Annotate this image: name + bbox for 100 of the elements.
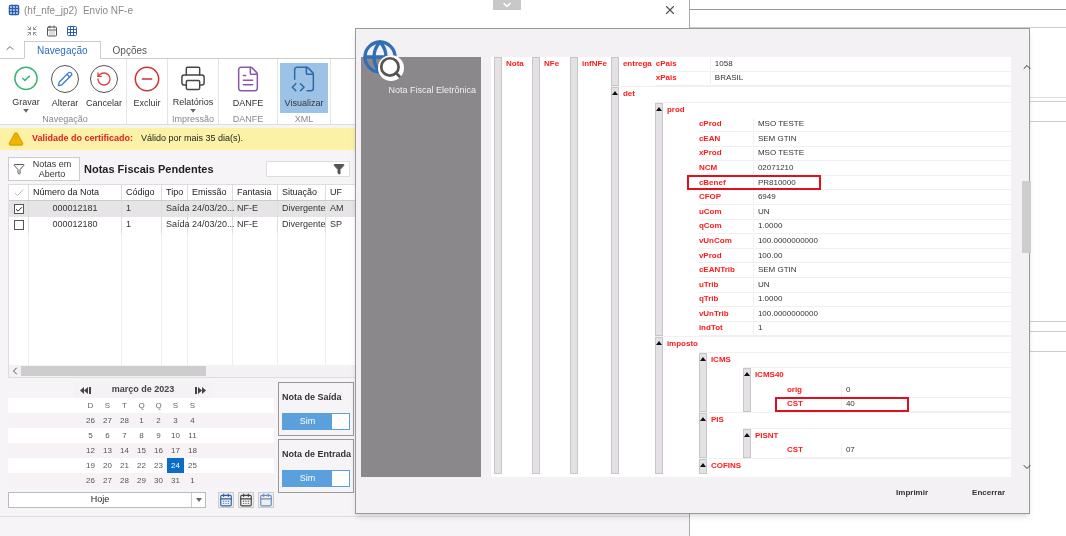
window-title: (hf_nfe_jp2) Envio NF-e: [24, 3, 133, 18]
calendar-day[interactable]: 10: [167, 428, 184, 443]
field-value: MSO TESTE: [752, 118, 1011, 131]
weekday-label: S: [171, 400, 180, 412]
field-value: MSO TESTE: [752, 147, 1011, 160]
calendar-day[interactable]: 30: [150, 473, 167, 488]
field-name: qCom: [698, 220, 723, 233]
ribbon-button[interactable]: DANFE: [221, 63, 275, 113]
calendar-day[interactable]: 1: [133, 413, 150, 428]
group-label: Navegação: [42, 113, 88, 126]
field-value: 1: [752, 322, 1011, 335]
column-header[interactable]: Número da Nota: [29, 185, 122, 200]
list-title: Notas Fiscais Pendentes: [84, 161, 214, 177]
calendar-day[interactable]: 11: [184, 428, 201, 443]
ribbon-tab[interactable]: Opções: [100, 41, 160, 59]
field-value: 1.0000: [752, 293, 1011, 306]
field-name: cEAN: [698, 132, 722, 145]
calendar-day[interactable]: 20: [99, 458, 116, 473]
node-label: COFINS: [709, 460, 743, 473]
table-cell: Divergente: [278, 217, 326, 233]
calendar-day[interactable]: 17: [167, 443, 184, 458]
field-name: CST: [786, 398, 804, 411]
column-header[interactable]: Situação: [278, 185, 326, 200]
field-value: 07: [840, 444, 1011, 457]
calendar-day[interactable]: 27: [99, 473, 116, 488]
date-dropdown[interactable]: Hoje: [8, 492, 206, 508]
month-title: março de 2023: [111, 383, 175, 397]
field-value: UN: [752, 205, 1011, 218]
calendar-day[interactable]: 7: [116, 428, 133, 443]
field-name: uCom: [698, 205, 723, 218]
calendar-day[interactable]: 28: [116, 473, 133, 488]
weekday-label: S: [188, 400, 197, 412]
field-name: xProd: [698, 147, 723, 160]
group-label: Impressão: [172, 113, 214, 126]
calendar-day[interactable]: 26: [82, 473, 99, 488]
node-label: det: [621, 88, 636, 101]
field-value: 1.0000: [752, 220, 1011, 233]
weekday-label: S: [103, 400, 112, 412]
calendar-day[interactable]: 31: [167, 473, 184, 488]
table-cell: Saída: [162, 217, 188, 233]
field-name: orig: [786, 383, 803, 396]
calendar-day[interactable]: 5: [82, 428, 99, 443]
calendar-day[interactable]: 21: [116, 458, 133, 473]
calendar-day[interactable]: 25: [184, 458, 201, 473]
calendar-day[interactable]: 19: [82, 458, 99, 473]
warning-label: Validade do certificado:: [32, 132, 134, 146]
calendar-day[interactable]: 1: [184, 473, 201, 488]
node-label: ICMS: [709, 353, 732, 366]
table-cell: 1: [122, 217, 162, 233]
node-label: infNFe: [581, 58, 608, 70]
calendar-day[interactable]: 23: [150, 458, 167, 473]
calendar-day[interactable]: 9: [150, 428, 167, 443]
node-label: imposto: [665, 338, 699, 351]
calendar-day[interactable]: 3: [167, 413, 184, 428]
field-name: xPais: [655, 72, 678, 85]
field-value: UN: [752, 278, 1011, 291]
column-header[interactable]: Tipo: [162, 185, 188, 200]
dialog-button[interactable]: Encerrar: [968, 487, 1009, 499]
calendar-day[interactable]: 2: [150, 413, 167, 428]
filter-button[interactable]: Notas em Aberto: [8, 157, 80, 181]
field-value: 100.0000000000: [752, 307, 1011, 320]
dialog-button[interactable]: Imprimir: [892, 487, 933, 499]
calendar-day[interactable]: 18: [184, 443, 201, 458]
calendar-day[interactable]: 24: [167, 458, 184, 473]
column-header[interactable]: Código: [122, 185, 162, 200]
field-value: 02071210: [752, 161, 1011, 174]
calendar-day[interactable]: 13: [99, 443, 116, 458]
weekday-label: Q: [137, 400, 146, 412]
ribbon-button[interactable]: Excluir: [129, 63, 165, 113]
calendar-day[interactable]: 4: [184, 413, 201, 428]
calendar-day[interactable]: 26: [82, 413, 99, 428]
ribbon-button[interactable]: Visualizar: [280, 63, 328, 113]
panel-title: Nota de Saída: [282, 391, 343, 404]
node-label: Nota: [505, 58, 525, 70]
calendar-day[interactable]: 6: [99, 428, 116, 443]
column-header[interactable]: Fantasia: [233, 185, 278, 200]
calendar-day[interactable]: 27: [99, 413, 116, 428]
field-name: uTrib: [698, 278, 720, 291]
ribbon-button[interactable]: Relatórios: [170, 63, 216, 113]
field-name: vUnTrib: [698, 307, 730, 320]
group-label: XML: [294, 113, 314, 126]
ribbon-button[interactable]: Gravar: [6, 63, 46, 113]
node-label: prod: [665, 103, 686, 116]
ribbon-button[interactable]: Cancelar: [84, 63, 124, 113]
field-value: PR810000: [752, 176, 1011, 189]
calendar-day[interactable]: 14: [116, 443, 133, 458]
field-name: CFOP: [698, 191, 723, 204]
ribbon-button[interactable]: Alterar: [46, 63, 84, 113]
field-name: cProd: [698, 118, 723, 131]
calendar-day[interactable]: 12: [82, 443, 99, 458]
column-header[interactable]: Emissão: [188, 185, 233, 200]
field-name: NCM: [698, 161, 719, 174]
calendar-day[interactable]: 28: [116, 413, 133, 428]
calendar-day[interactable]: 29: [133, 473, 150, 488]
ribbon-tab[interactable]: Navegação: [24, 41, 101, 59]
calendar-day[interactable]: 8: [133, 428, 150, 443]
calendar-day[interactable]: 16: [150, 443, 167, 458]
field-value: 6949: [752, 191, 1011, 204]
calendar-day[interactable]: 22: [133, 458, 150, 473]
calendar-day[interactable]: 15: [133, 443, 150, 458]
